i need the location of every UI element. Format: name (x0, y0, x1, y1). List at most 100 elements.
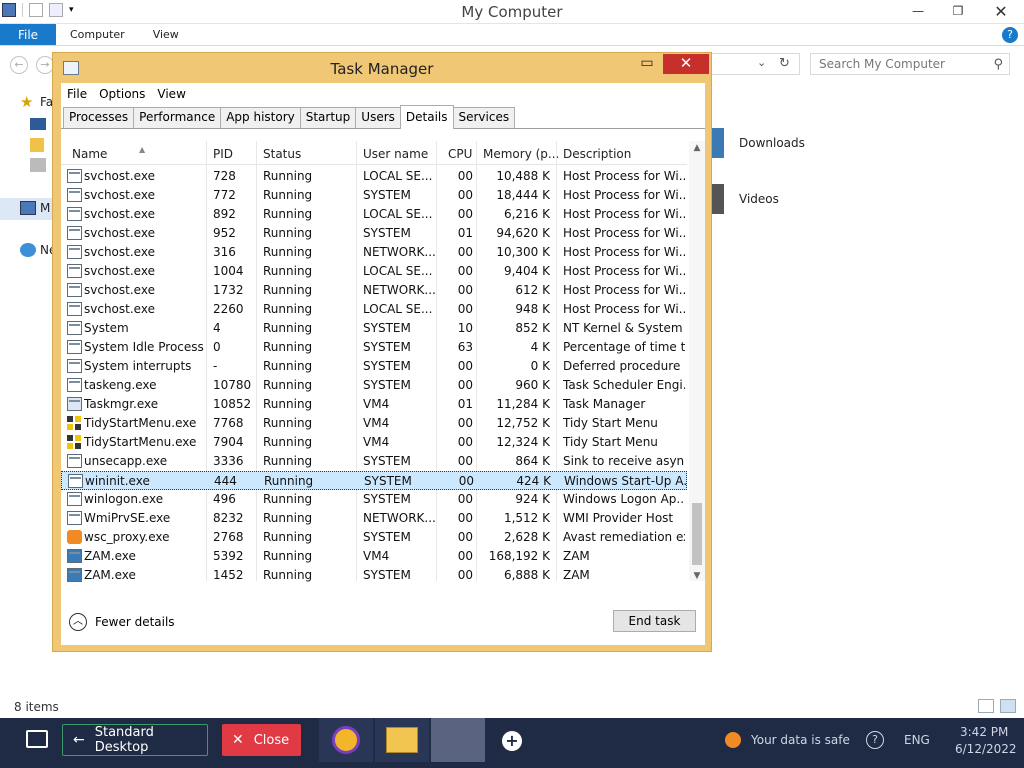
cell-pid: 1732 (213, 283, 244, 297)
folder-downloads[interactable]: Downloads (708, 124, 828, 164)
downloads-icon[interactable] (30, 138, 44, 152)
large-icons-view-icon[interactable] (1000, 699, 1016, 713)
cell-cpu: 00 (457, 283, 473, 297)
table-row[interactable]: svchost.exe 2260 Running LOCAL SE... 00 948 K… (61, 300, 687, 319)
sidebar-item-mycomputer[interactable]: M (0, 198, 52, 220)
help-icon[interactable]: ? (1002, 27, 1018, 43)
scroll-down-icon[interactable]: ▼ (689, 571, 705, 581)
folder-videos[interactable]: Videos (708, 180, 828, 220)
taskbar-app-taskmanager[interactable] (431, 718, 485, 762)
tab-performance[interactable]: Performance (133, 107, 222, 128)
menu-view[interactable]: View (151, 83, 191, 105)
table-row[interactable]: svchost.exe 728 Running LOCAL SE... 00 10,488… (61, 167, 687, 186)
column-header-status[interactable]: Status (260, 141, 356, 165)
column-header-description[interactable]: Description (560, 141, 686, 165)
table-row[interactable]: svchost.exe 316 Running NETWORK... 00 10,300 … (61, 243, 687, 262)
table-row[interactable]: winlogon.exe 496 Running SYSTEM 00 924 K Windo… (61, 490, 687, 509)
tab-processes[interactable]: Processes (63, 107, 135, 128)
help-circle-icon[interactable]: ? (866, 731, 884, 749)
tab-services[interactable]: Services (452, 107, 516, 128)
tab-startup[interactable]: Startup (299, 107, 357, 128)
details-view-icon[interactable] (978, 699, 994, 713)
close-button[interactable]: ✕ (978, 0, 1024, 22)
close-button[interactable]: ✕ (663, 54, 709, 74)
table-row[interactable]: ZAM.exe 5392 Running VM4 00 168,192 K ZAM (61, 547, 687, 566)
restore-button[interactable]: ❐ (938, 0, 978, 22)
avast-icon[interactable] (725, 732, 741, 748)
search-input[interactable]: Search My Computer ⚲ (810, 53, 1010, 75)
cell-mem: 2,628 K (503, 530, 550, 544)
end-task-button[interactable]: End task (613, 610, 696, 632)
address-dropdown-icon[interactable]: ⌄ (757, 56, 766, 69)
scroll-thumb[interactable] (692, 503, 702, 565)
address-bar[interactable]: ⌄ ↻ (708, 53, 800, 75)
clock-date[interactable]: 6/12/2022 (955, 742, 1017, 756)
desktop-icon[interactable] (30, 118, 46, 130)
cell-cpu: 00 (457, 454, 473, 468)
table-row[interactable]: WmiPrvSE.exe 8232 Running NETWORK... 00 1,512… (61, 509, 687, 528)
tab-users[interactable]: Users (355, 107, 401, 128)
taskbar-app-sandbox[interactable] (319, 718, 373, 762)
clock-time[interactable]: 3:42 PM (960, 725, 1008, 739)
ribbon-tab-computer[interactable]: Computer (56, 24, 139, 45)
task-manager-titlebar[interactable]: Task Manager ▭ ✕ (53, 53, 711, 81)
minimize-button[interactable]: ▭ (635, 54, 659, 74)
table-row[interactable]: wsc_proxy.exe 2768 Running SYSTEM 00 2,628 K A… (61, 528, 687, 547)
column-header-name[interactable]: Name ▲ (69, 141, 207, 165)
cell-user: SYSTEM (363, 530, 411, 544)
language-indicator[interactable]: ENG (904, 733, 930, 747)
table-row[interactable]: wininit.exe 444 Running SYSTEM 00 424 K Window… (61, 471, 687, 490)
cell-status: Running (263, 169, 313, 183)
table-row[interactable]: TidyStartMenu.exe 7768 Running VM4 00 12,752 … (61, 414, 687, 433)
cell-pid: 728 (213, 169, 236, 183)
cell-user: LOCAL SE... (363, 169, 433, 183)
menu-file[interactable]: File (61, 83, 93, 105)
menu-options[interactable]: Options (93, 83, 151, 105)
fewer-details-button[interactable]: ︿ Fewer details (69, 611, 175, 633)
ribbon-tab-view[interactable]: View (139, 24, 193, 45)
table-row[interactable]: Taskmgr.exe 10852 Running VM4 01 11,284 K Task… (61, 395, 687, 414)
table-row[interactable]: System 4 Running SYSTEM 10 852 K NT Kernel & S… (61, 319, 687, 338)
cell-pid: 10852 (213, 397, 252, 411)
cell-status: Running (263, 397, 313, 411)
sidebar-item-network[interactable]: Ne (0, 240, 54, 262)
table-row[interactable]: taskeng.exe 10780 Running SYSTEM 00 960 K Task… (61, 376, 687, 395)
taskbar-app-explorer[interactable] (375, 718, 429, 762)
cell-status: Running (263, 283, 313, 297)
vertical-scrollbar[interactable]: ▲ ▼ (689, 141, 705, 581)
table-row[interactable]: svchost.exe 892 Running LOCAL SE... 00 6,216 … (61, 205, 687, 224)
process-icon (67, 397, 82, 411)
back-arrow-icon[interactable]: ← (10, 56, 28, 74)
table-row[interactable]: svchost.exe 952 Running SYSTEM 01 94,620 K Hos… (61, 224, 687, 243)
table-row[interactable]: svchost.exe 772 Running SYSTEM 00 18,444 K Hos… (61, 186, 687, 205)
minimize-button[interactable]: — (898, 0, 938, 22)
cell-status: Running (263, 378, 313, 392)
cell-pid: 316 (213, 245, 236, 259)
close-session-button[interactable]: ✕ Close (222, 724, 301, 756)
add-icon[interactable]: + (502, 731, 522, 751)
table-row[interactable]: ZAM.exe 1452 Running SYSTEM 00 6,888 K ZAM (61, 566, 687, 585)
ribbon-tab-file[interactable]: File (0, 24, 56, 45)
table-row[interactable]: svchost.exe 1004 Running LOCAL SE... 00 9,404… (61, 262, 687, 281)
table-row[interactable]: TidyStartMenu.exe 7904 Running VM4 00 12,324 … (61, 433, 687, 452)
table-row[interactable]: System Idle Process 0 Running SYSTEM 63 4 K Pe… (61, 338, 687, 357)
cell-cpu: 00 (457, 435, 473, 449)
table-row[interactable]: svchost.exe 1732 Running NETWORK... 00 612 K H… (61, 281, 687, 300)
sidebar-item-favorites[interactable]: ★ Fa (0, 92, 53, 114)
cell-pid: 444 (214, 474, 237, 488)
column-header-memory[interactable]: Memory (p... (480, 141, 558, 165)
recent-places-icon[interactable] (30, 158, 46, 172)
tab-app-history[interactable]: App history (220, 107, 301, 128)
search-icon: ⚲ (993, 57, 1003, 72)
column-header-pid[interactable]: PID (210, 141, 256, 165)
monitor-shield-icon[interactable] (26, 730, 48, 748)
standard-desktop-button[interactable]: ← Standard Desktop (62, 724, 208, 756)
table-row[interactable]: unsecapp.exe 3336 Running SYSTEM 00 864 K Sink… (61, 452, 687, 471)
cell-name: TidyStartMenu.exe (84, 416, 197, 430)
column-header-username[interactable]: User name (360, 141, 436, 165)
scroll-up-icon[interactable]: ▲ (689, 143, 705, 153)
table-row[interactable]: System interrupts - Running SYSTEM 00 0 K Defe… (61, 357, 687, 376)
refresh-icon[interactable]: ↻ (779, 56, 790, 71)
tab-details[interactable]: Details (399, 105, 454, 129)
shield-lock-icon (332, 726, 360, 754)
